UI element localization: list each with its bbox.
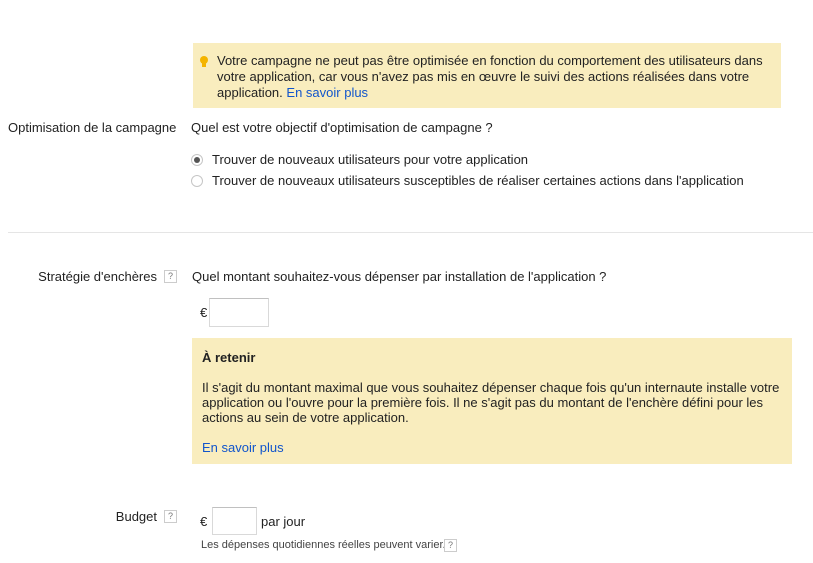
budget-unit: par jour [261, 514, 306, 529]
tracking-warning-box: Votre campagne ne peut pas être optimisé… [193, 43, 781, 108]
optimization-label: Optimisation de la campagne [8, 120, 177, 135]
warning-learn-more-link[interactable]: En savoir plus [286, 85, 368, 100]
budget-note-help-icon[interactable]: ? [444, 539, 457, 552]
budget-help-icon[interactable]: ? [164, 510, 177, 523]
retain-learn-more-link[interactable]: En savoir plus [202, 440, 284, 455]
optimization-option-new-users[interactable]: Trouver de nouveaux utilisateurs pour vo… [191, 152, 528, 167]
optimization-question: Quel est votre objectif d'optimisation d… [191, 120, 493, 135]
budget-label: Budget [115, 509, 157, 524]
bidding-strategy-label: Stratégie d'enchères [38, 269, 157, 284]
budget-currency-symbol: € [200, 514, 208, 529]
section-divider [8, 232, 813, 233]
budget-amount-input[interactable] [212, 507, 257, 535]
lightbulb-icon [200, 56, 208, 68]
bidding-help-icon[interactable]: ? [164, 270, 177, 283]
optimization-option-label: Trouver de nouveaux utilisateurs suscept… [212, 173, 744, 188]
radio-button-selected[interactable] [191, 153, 203, 166]
bidding-question: Quel montant souhaitez-vous dépenser par… [192, 269, 607, 284]
optimization-option-label: Trouver de nouveaux utilisateurs pour vo… [212, 152, 529, 167]
budget-note: Les dépenses quotidiennes réelles peuven… [201, 539, 446, 551]
bid-amount-input[interactable] [209, 298, 269, 327]
retain-body: Il s'agit du montant maximal que vous so… [202, 380, 780, 425]
retain-title: À retenir [202, 350, 256, 365]
optimization-option-actions[interactable]: Trouver de nouveaux utilisateurs suscept… [191, 173, 744, 188]
radio-button-unselected[interactable] [191, 174, 203, 187]
bid-currency-symbol: € [200, 305, 208, 320]
